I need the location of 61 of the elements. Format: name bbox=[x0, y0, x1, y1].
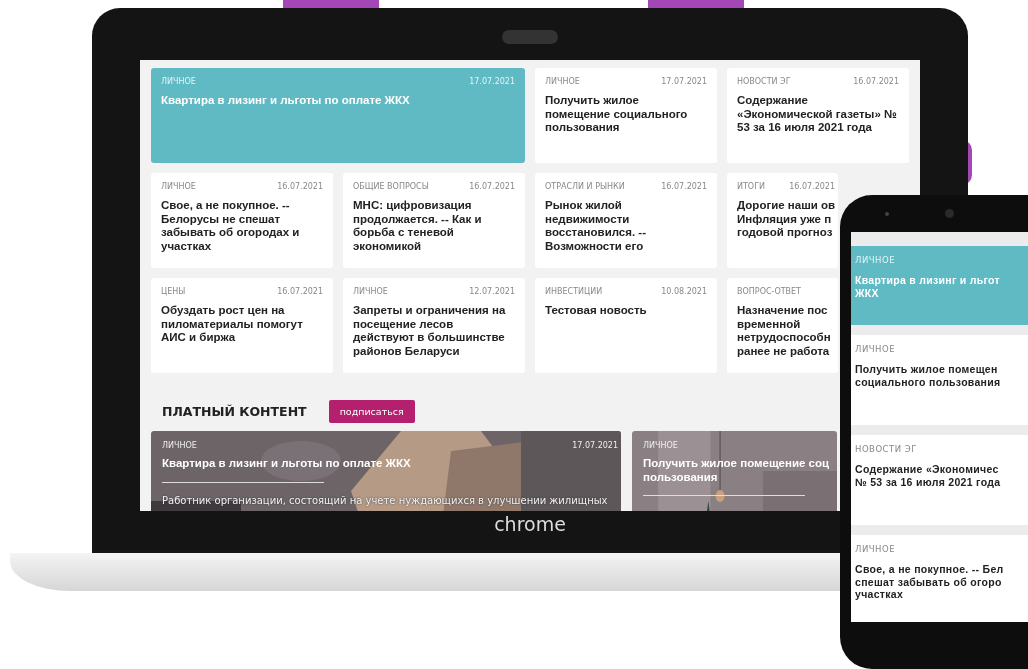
date-label: 17.07.2021 bbox=[572, 441, 618, 450]
news-card[interactable]: ЛИЧНОЕ 16.07.2021 Свое, а не покупное. -- Белорусы не спешат забывать об огородах и участках bbox=[151, 173, 333, 268]
category-label: НОВОСТИ ЭГ bbox=[855, 444, 918, 454]
category-label: ЛИЧНОЕ bbox=[855, 255, 897, 265]
news-title: Свое, а не покупное. -- Бел спешат забывать об огоро участках bbox=[855, 563, 1004, 601]
news-title: Квартира в лизинг и льгот ЖКХ bbox=[855, 274, 1000, 299]
news-title: Получить жилое помещение соц пользования bbox=[643, 457, 831, 484]
news-title: Обуздать рост цен на пиломатериалы помогут АИС и биржа bbox=[161, 304, 304, 345]
date-label: 16.07.2021 bbox=[853, 77, 899, 86]
news-title: Назначение пос временной нетрудоспособн ранее не работа bbox=[737, 304, 832, 358]
news-title: Дорогие наши ов Инфляция уже п годовой прогноз bbox=[737, 199, 835, 240]
category-label: ВОПРОС-ОТВЕТ bbox=[737, 287, 801, 296]
category-label: ЛИЧНОЕ bbox=[643, 441, 678, 450]
category-label: ЦЕНЫ bbox=[161, 287, 186, 296]
news-card[interactable]: ОТРАСЛИ И РЫНКИ 16.07.2021 Рынок жилой недвижимости восстановился. -- Возможности его bbox=[535, 173, 717, 268]
news-title: Запреты и ограничения на посещение лесов действуют в большинстве районов Беларуси bbox=[353, 304, 507, 358]
news-card[interactable]: ВОПРОС-ОТВЕТ Назначение пос временной нетрудоспособн ранее не работа bbox=[727, 278, 838, 373]
date-label: 12.07.2021 bbox=[469, 287, 515, 296]
news-title: Тестовая новость bbox=[545, 304, 648, 318]
date-label: 16.07.2021 bbox=[661, 182, 707, 191]
date-label: 17.07.2021 bbox=[661, 77, 707, 86]
category-label: ИТОГИ bbox=[737, 182, 766, 191]
date-label: 16.07.2021 bbox=[277, 182, 323, 191]
news-title: Содержание «Экономичес № 53 за 16 июля 2021 года bbox=[855, 463, 1001, 488]
news-card[interactable]: ОБЩИЕ ВОПРОСЫ 16.07.2021 МНС: цифровизация продолжается. -- Как и борьба с теневой экономикой bbox=[343, 173, 525, 268]
news-title: Получить жилое помещен социального пользования bbox=[855, 363, 1001, 388]
news-card[interactable]: ЛИЧНОЕ 17.07.2021 Получить жилое помещение социального пользования bbox=[535, 68, 717, 163]
category-label: НОВОСТИ ЭГ bbox=[737, 77, 791, 86]
date-label: 10.08.2021 bbox=[661, 287, 707, 296]
date-label: 16.07.2021 bbox=[789, 182, 835, 191]
date-label: 16.07.2021 bbox=[277, 287, 323, 296]
news-title: МНС: цифровизация продолжается. -- Как и борьба с теневой экономикой bbox=[353, 199, 483, 253]
brand-label: chrome bbox=[494, 513, 566, 535]
category-label: ОТРАСЛИ И РЫНКИ bbox=[545, 182, 625, 191]
category-label: ОБЩИЕ ВОПРОСЫ bbox=[353, 182, 429, 191]
news-title: Свое, а не покупное. -- Белорусы не спешат забывать об огородах и участках bbox=[161, 199, 301, 253]
date-label: 17.07.2021 bbox=[469, 77, 515, 86]
subscribe-button[interactable]: подписаться bbox=[328, 400, 415, 423]
news-title: Квартира в лизинг и льготы по оплате ЖКХ bbox=[161, 94, 411, 108]
category-label: ЛИЧНОЕ bbox=[545, 77, 580, 86]
news-title: Квартира в лизинг и льготы по оплате ЖКХ bbox=[162, 457, 412, 471]
news-card[interactable]: ЛИЧНОЕ Получить жилое помещен социального пользования bbox=[851, 335, 1028, 425]
news-card[interactable]: ЦЕНЫ 16.07.2021 Обуздать рост цен на пиломатериалы помогут АИС и биржа bbox=[151, 278, 333, 373]
category-label: ЛИЧНОЕ bbox=[161, 77, 196, 86]
news-card[interactable]: ЛИЧНОЕ 12.07.2021 Запреты и ограничения на посещение лесов действуют в большинстве районов Беларуси bbox=[343, 278, 525, 373]
category-label: ИНВЕСТИЦИИ bbox=[545, 287, 603, 296]
category-label: ЛИЧНОЕ bbox=[855, 544, 897, 554]
news-card[interactable]: НОВОСТИ ЭГ Содержание «Экономичес № 53 за 16 июля 2021 года bbox=[851, 435, 1028, 525]
news-card[interactable]: ИНВЕСТИЦИИ 10.08.2021 Тестовая новость bbox=[535, 278, 717, 373]
date-label: 16.07.2021 bbox=[469, 182, 515, 191]
news-card[interactable]: ИТОГИ 16.07.2021 Дорогие наши ов Инфляция уже п годовой прогноз bbox=[727, 173, 838, 268]
category-label: ЛИЧНОЕ bbox=[162, 441, 197, 450]
news-title: Получить жилое помещение социального пользования bbox=[545, 94, 689, 135]
news-card[interactable]: НОВОСТИ ЭГ 16.07.2021 Содержание «Экономической газеты» № 53 за 16 июля 2021 года bbox=[727, 68, 909, 163]
category-label: ЛИЧНОЕ bbox=[353, 287, 388, 296]
category-label: ЛИЧНОЕ bbox=[161, 182, 196, 191]
news-title: Рынок жилой недвижимости восстановился. -- Возможности его bbox=[545, 199, 648, 253]
category-label: ЛИЧНОЕ bbox=[855, 344, 897, 354]
news-card[interactable]: ЛИЧНОЕ Свое, а не покупное. -- Бел спешат забывать об огоро участках bbox=[851, 535, 1028, 622]
section-heading: ПЛАТНЫЙ КОНТЕНТ bbox=[162, 404, 307, 419]
news-title: Содержание «Экономической газеты» № 53 за 16 июля 2021 года bbox=[737, 94, 898, 135]
